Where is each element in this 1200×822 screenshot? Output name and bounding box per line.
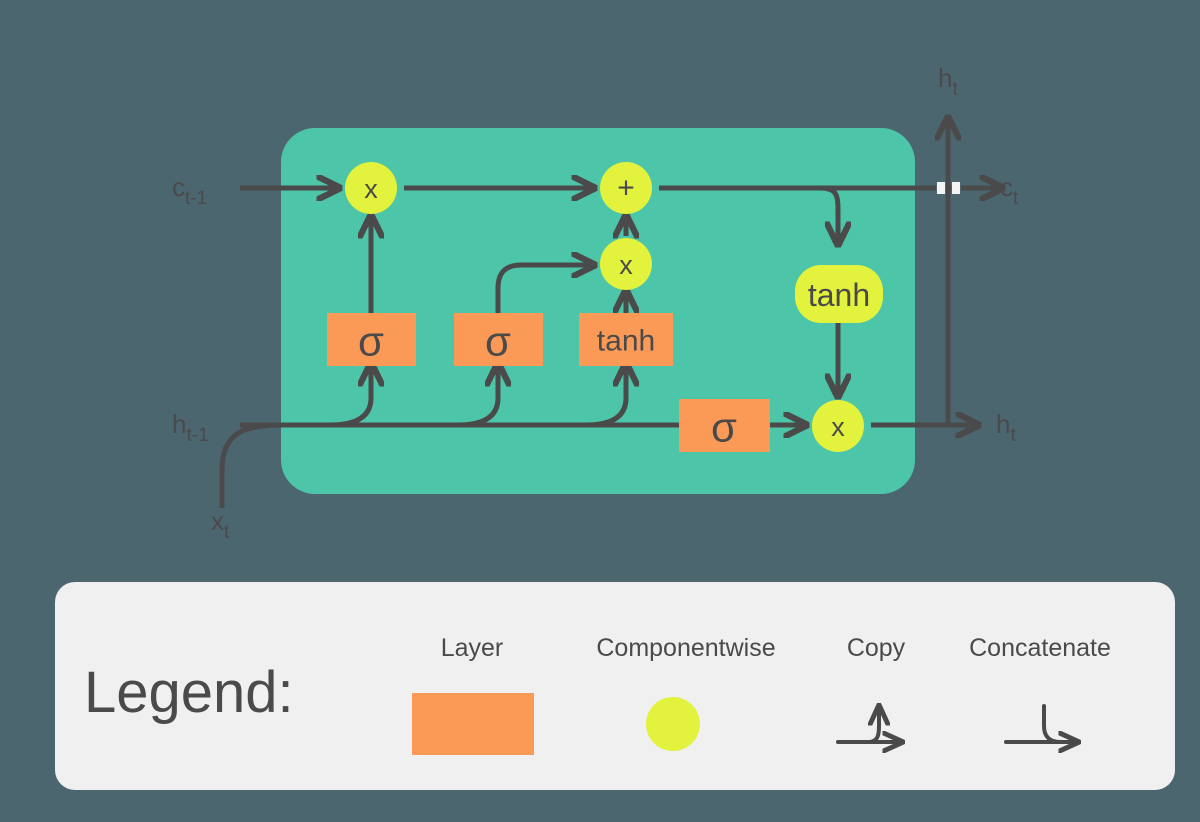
op-input-multiply-label: x <box>619 250 633 280</box>
op-state-tanh[interactable]: tanh <box>795 265 883 323</box>
yellow-circle-icon <box>646 697 700 751</box>
layer-output-gate-label: σ <box>711 404 737 451</box>
op-input-multiply[interactable]: x <box>600 238 652 290</box>
layer-forget-gate-label: σ <box>358 318 384 365</box>
op-forget-multiply-label: x <box>364 174 378 204</box>
lstm-cell-figure: σ σ tanh σ x + x x tanh ct-1 ht-1 xt ct … <box>0 0 1200 822</box>
lstm-diagram-stage: σ σ tanh σ x + x x tanh ct-1 ht-1 xt ct … <box>0 0 1200 822</box>
layer-candidate-tanh-label: tanh <box>597 325 655 358</box>
legend-item-layer-label: Layer <box>441 634 504 662</box>
layer-forget-gate[interactable]: σ <box>327 313 416 366</box>
legend-item-copy-label: Copy <box>847 634 906 662</box>
layer-output-gate[interactable]: σ <box>679 399 770 452</box>
op-output-multiply[interactable]: x <box>812 400 864 452</box>
legend-panel: Legend: Layer Componentwise Copy Concate… <box>55 582 1175 790</box>
layer-input-gate[interactable]: σ <box>454 313 543 366</box>
op-forget-multiply[interactable]: x <box>345 162 397 214</box>
op-state-add[interactable]: + <box>600 162 652 214</box>
orange-rectangle-icon <box>412 693 534 755</box>
legend-title: Legend: <box>84 660 294 725</box>
legend-item-concatenate-label: Concatenate <box>969 634 1111 662</box>
layer-candidate-tanh[interactable]: tanh <box>579 313 673 366</box>
op-state-add-label: + <box>617 172 635 205</box>
op-output-multiply-label: x <box>831 412 845 442</box>
legend-item-componentwise-label: Componentwise <box>596 634 775 662</box>
layer-input-gate-label: σ <box>485 318 511 365</box>
op-state-tanh-label: tanh <box>808 277 870 313</box>
